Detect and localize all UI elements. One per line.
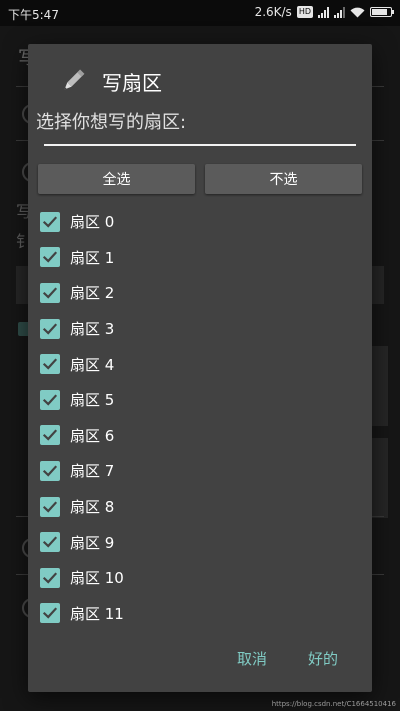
checkbox-checked-icon[interactable] xyxy=(40,247,60,268)
sector-label: 扇区 7 xyxy=(70,462,115,481)
sector-checkbox-item[interactable]: 扇区 6 xyxy=(40,418,360,454)
sector-checkbox-item[interactable]: 扇区 0 xyxy=(40,204,360,240)
checkbox-checked-icon[interactable] xyxy=(40,603,60,624)
ok-button[interactable]: 好的 xyxy=(308,648,338,669)
sector-checkbox-item[interactable]: 扇区 4 xyxy=(40,346,360,382)
background-card xyxy=(372,346,388,426)
background-card xyxy=(372,438,388,518)
select-none-button[interactable]: 不选 xyxy=(205,164,362,194)
checkbox-checked-icon[interactable] xyxy=(40,460,60,481)
sector-checkbox-item[interactable]: 扇区 2 xyxy=(40,275,360,311)
sector-checkbox-item[interactable]: 扇区 11 xyxy=(40,596,360,632)
checkbox-checked-icon[interactable] xyxy=(40,496,60,517)
write-sector-dialog: 写扇区 选择你想写的扇区: 全选 不选 扇区 0 扇区 1 扇区 2 扇区 3 扇区 4… xyxy=(28,44,372,692)
checkbox-checked-icon[interactable] xyxy=(40,425,60,446)
network-speed: 2.6K/s xyxy=(254,5,292,19)
sector-checkbox-item[interactable]: 扇区 10 xyxy=(40,560,360,596)
checkbox-checked-icon[interactable] xyxy=(40,282,60,303)
status-time: 下午5:47 xyxy=(8,8,59,22)
dialog-header: 写扇区 xyxy=(58,66,162,96)
sector-checkbox-item[interactable]: 扇区 1 xyxy=(40,240,360,276)
selection-buttons: 全选 不选 xyxy=(38,164,362,194)
sector-label: 扇区 4 xyxy=(70,355,115,374)
sector-checkbox-item[interactable]: 扇区 3 xyxy=(40,311,360,347)
watermark: https://blog.csdn.net/C1664510416 xyxy=(271,700,396,708)
sector-label: 扇区 0 xyxy=(70,213,115,232)
sector-label: 扇区 2 xyxy=(70,284,115,303)
sector-checkbox-item[interactable]: 扇区 8 xyxy=(40,489,360,525)
sector-label: 扇区 10 xyxy=(70,569,124,588)
dialog-message: 选择你想写的扇区: xyxy=(36,112,187,133)
checkbox-checked-icon[interactable] xyxy=(40,354,60,375)
pencil-icon xyxy=(64,69,85,90)
sector-label: 扇区 1 xyxy=(70,248,115,267)
sector-checkbox-item[interactable]: 扇区 7 xyxy=(40,453,360,489)
sector-checkbox-item[interactable]: 扇区 9 xyxy=(40,524,360,560)
battery-icon xyxy=(370,7,394,17)
sector-list: 扇区 0 扇区 1 扇区 2 扇区 3 扇区 4 扇区 5 扇区 6 扇区 7 扇区 8 扇区 9… xyxy=(40,204,360,631)
checkbox-checked-icon[interactable] xyxy=(40,567,60,588)
status-bar: 下午5:47 2.6K/s HD xyxy=(0,0,400,26)
sector-label: 扇区 8 xyxy=(70,498,115,517)
select-all-button[interactable]: 全选 xyxy=(38,164,195,194)
sector-input-field[interactable] xyxy=(44,144,356,146)
checkbox-checked-icon[interactable] xyxy=(40,318,60,339)
dialog-title: 写扇区 xyxy=(102,70,162,95)
screen: 下午5:47 2.6K/s HD 写 写 钅 写扇区 选择你想写的扇区: 全选 … xyxy=(0,0,400,711)
checkbox-checked-icon[interactable] xyxy=(40,532,60,553)
status-indicators: 2.6K/s HD xyxy=(254,5,394,19)
checkbox-checked-icon[interactable] xyxy=(40,211,60,232)
cancel-button[interactable]: 取消 xyxy=(237,648,267,669)
sector-label: 扇区 6 xyxy=(70,426,115,445)
sector-label: 扇区 5 xyxy=(70,391,115,410)
sector-label: 扇区 3 xyxy=(70,320,115,339)
wifi-icon xyxy=(350,7,365,18)
sector-checkbox-item[interactable]: 扇区 5 xyxy=(40,382,360,418)
signal-icon xyxy=(318,6,329,18)
hd-badge: HD xyxy=(296,6,313,18)
signal-icon-secondary xyxy=(334,6,345,18)
sector-label: 扇区 9 xyxy=(70,533,115,552)
checkbox-checked-icon[interactable] xyxy=(40,389,60,410)
sector-label: 扇区 11 xyxy=(70,604,124,623)
